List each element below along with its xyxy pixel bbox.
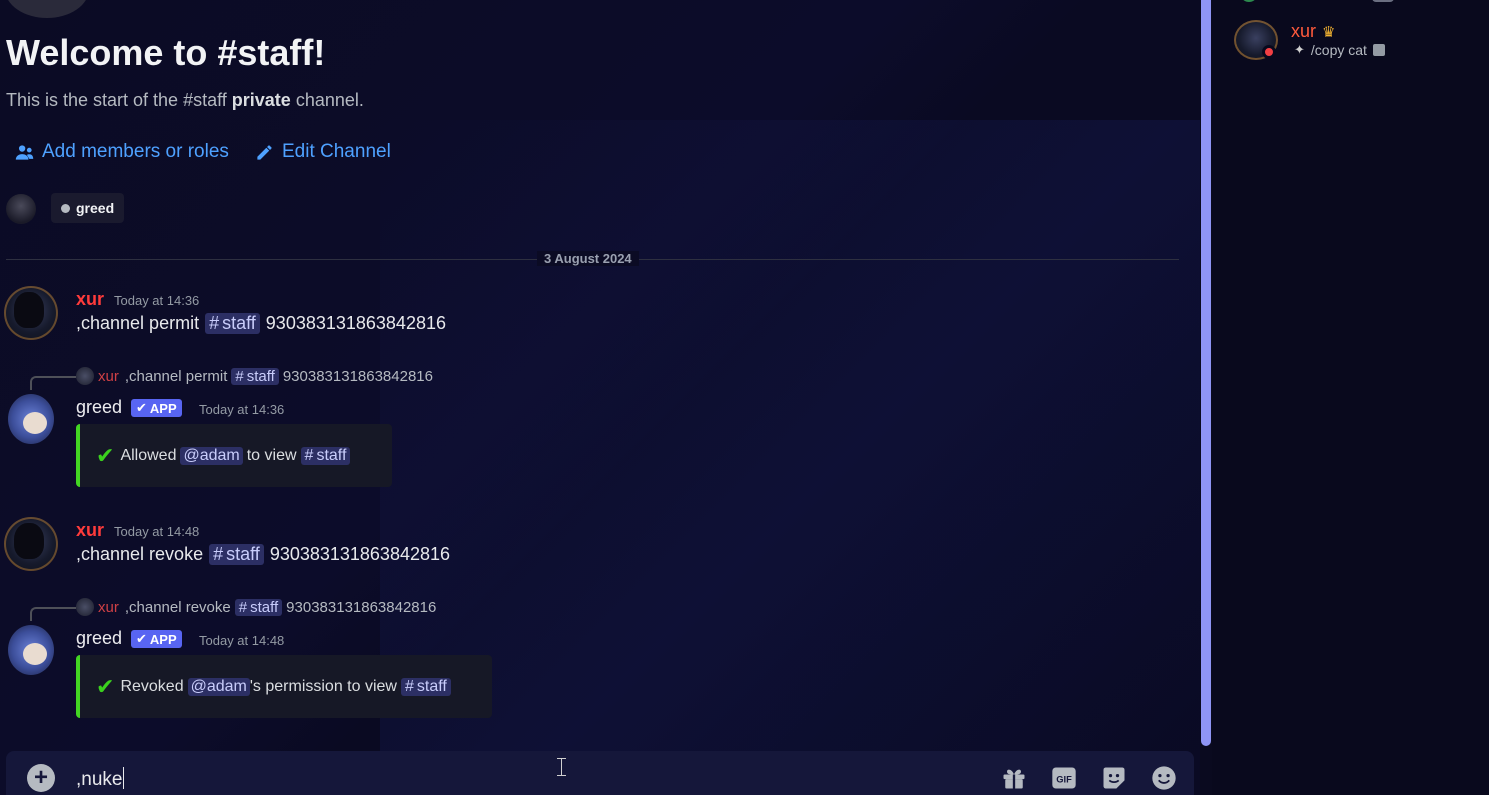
status-emoji-icon: ✦	[1294, 42, 1305, 57]
add-members-icon	[15, 144, 34, 160]
app-badge: ✔ APP	[131, 399, 182, 417]
gif-icon[interactable]: GIF	[1050, 764, 1078, 792]
access-tag-label: greed	[76, 200, 115, 216]
message-timestamp: Today at 14:48	[114, 524, 200, 539]
add-members-label: Add members or roles	[42, 141, 229, 162]
app-badge: ✔ APP	[131, 630, 182, 648]
svg-text:GIF: GIF	[1056, 775, 1072, 785]
member-status-dot	[1242, 0, 1256, 2]
channel-mention[interactable]: # staff	[234, 598, 283, 616]
user-mention[interactable]: @adam	[187, 677, 250, 696]
emoji-icon[interactable]	[1150, 764, 1178, 792]
message-embed: ✔ Allowed @adam to view # staff	[76, 424, 392, 487]
message-content: ,channel revoke # staff 93038313186384281…	[76, 544, 451, 565]
message-author[interactable]: xur	[76, 520, 104, 541]
reply-avatar	[76, 367, 94, 385]
gift-icon[interactable]	[1000, 764, 1028, 792]
dnd-status-icon	[1262, 45, 1276, 59]
hash-icon: #	[209, 313, 220, 333]
welcome-subtitle: This is the start of the #staff private …	[6, 90, 364, 110]
crown-icon: ♛	[1322, 23, 1336, 41]
message-timestamp: Today at 14:36	[199, 402, 285, 417]
checkmark-icon: ✔	[96, 442, 115, 468]
channel-header-avatar	[5, 0, 89, 18]
user-mention[interactable]: @adam	[180, 446, 243, 465]
hash-icon: #	[238, 598, 248, 616]
add-attachment-icon[interactable]: +	[27, 764, 55, 792]
member-list: xur ♛ ✦ /copy cat	[1212, 0, 1489, 795]
role-dot-icon	[61, 203, 70, 213]
chat-scrollbar[interactable]	[1201, 0, 1211, 746]
text-cursor-icon	[557, 758, 569, 776]
add-members-button[interactable]: Add members or roles	[15, 141, 229, 163]
message-author[interactable]: greed	[76, 397, 122, 418]
channel-mention[interactable]: # staff	[209, 544, 264, 565]
message-timestamp: Today at 14:48	[199, 633, 285, 648]
reply-preview[interactable]: xur ,channel revoke # staff 9303831318638…	[76, 598, 436, 616]
welcome-title: Welcome to #staff!	[6, 32, 326, 73]
edit-channel-label: Edit Channel	[282, 141, 391, 162]
xur-avatar[interactable]	[4, 286, 58, 340]
message-embed: ✔ Revoked @adam's permission to view # st…	[76, 655, 492, 718]
hash-icon: #	[213, 544, 224, 564]
reply-avatar	[76, 598, 94, 616]
reply-connector	[30, 376, 76, 390]
checkmark-icon: ✔	[96, 673, 115, 699]
member-activity-icon	[1372, 0, 1394, 2]
member-custom-status: ✦ /copy cat	[1294, 42, 1385, 58]
xur-avatar[interactable]	[4, 517, 58, 571]
note-icon	[1372, 44, 1385, 56]
message-author[interactable]: greed	[76, 628, 122, 649]
message-input[interactable]: ,nuke	[76, 767, 124, 791]
verified-check-icon: ✔	[136, 631, 147, 646]
sticker-icon[interactable]	[1100, 764, 1128, 792]
message-content: ,channel permit # staff 93038313186384281…	[76, 313, 446, 334]
member-name: xur ♛	[1291, 21, 1336, 41]
channel-mention[interactable]: # staff	[300, 446, 351, 465]
message-composer[interactable]: + ,nuke GIF	[6, 751, 1194, 795]
reply-preview[interactable]: xur ,channel permit # staff 9303831318638…	[76, 367, 433, 385]
access-tag[interactable]: greed	[51, 193, 125, 223]
verified-check-icon: ✔	[136, 400, 147, 415]
channel-mention[interactable]: # staff	[400, 677, 451, 696]
greed-avatar[interactable]	[8, 625, 54, 675]
channel-mention[interactable]: # staff	[231, 367, 279, 385]
chat-main: Welcome to #staff! This is the start of …	[0, 0, 1200, 795]
access-avatar[interactable]	[6, 194, 36, 224]
hash-icon: #	[404, 677, 414, 695]
hash-icon: #	[235, 367, 244, 385]
message-timestamp: Today at 14:36	[114, 293, 200, 308]
message-author[interactable]: xur	[76, 289, 104, 310]
pencil-icon	[257, 144, 272, 160]
channel-mention[interactable]: # staff	[205, 313, 260, 334]
greed-avatar[interactable]	[8, 394, 54, 444]
date-divider-label: 3 August 2024	[537, 251, 639, 266]
edit-channel-button[interactable]: Edit Channel	[255, 141, 391, 163]
reply-connector	[30, 607, 76, 621]
hash-icon: #	[304, 446, 314, 464]
member-item-xur[interactable]: xur ♛ ✦ /copy cat	[1234, 20, 1484, 64]
